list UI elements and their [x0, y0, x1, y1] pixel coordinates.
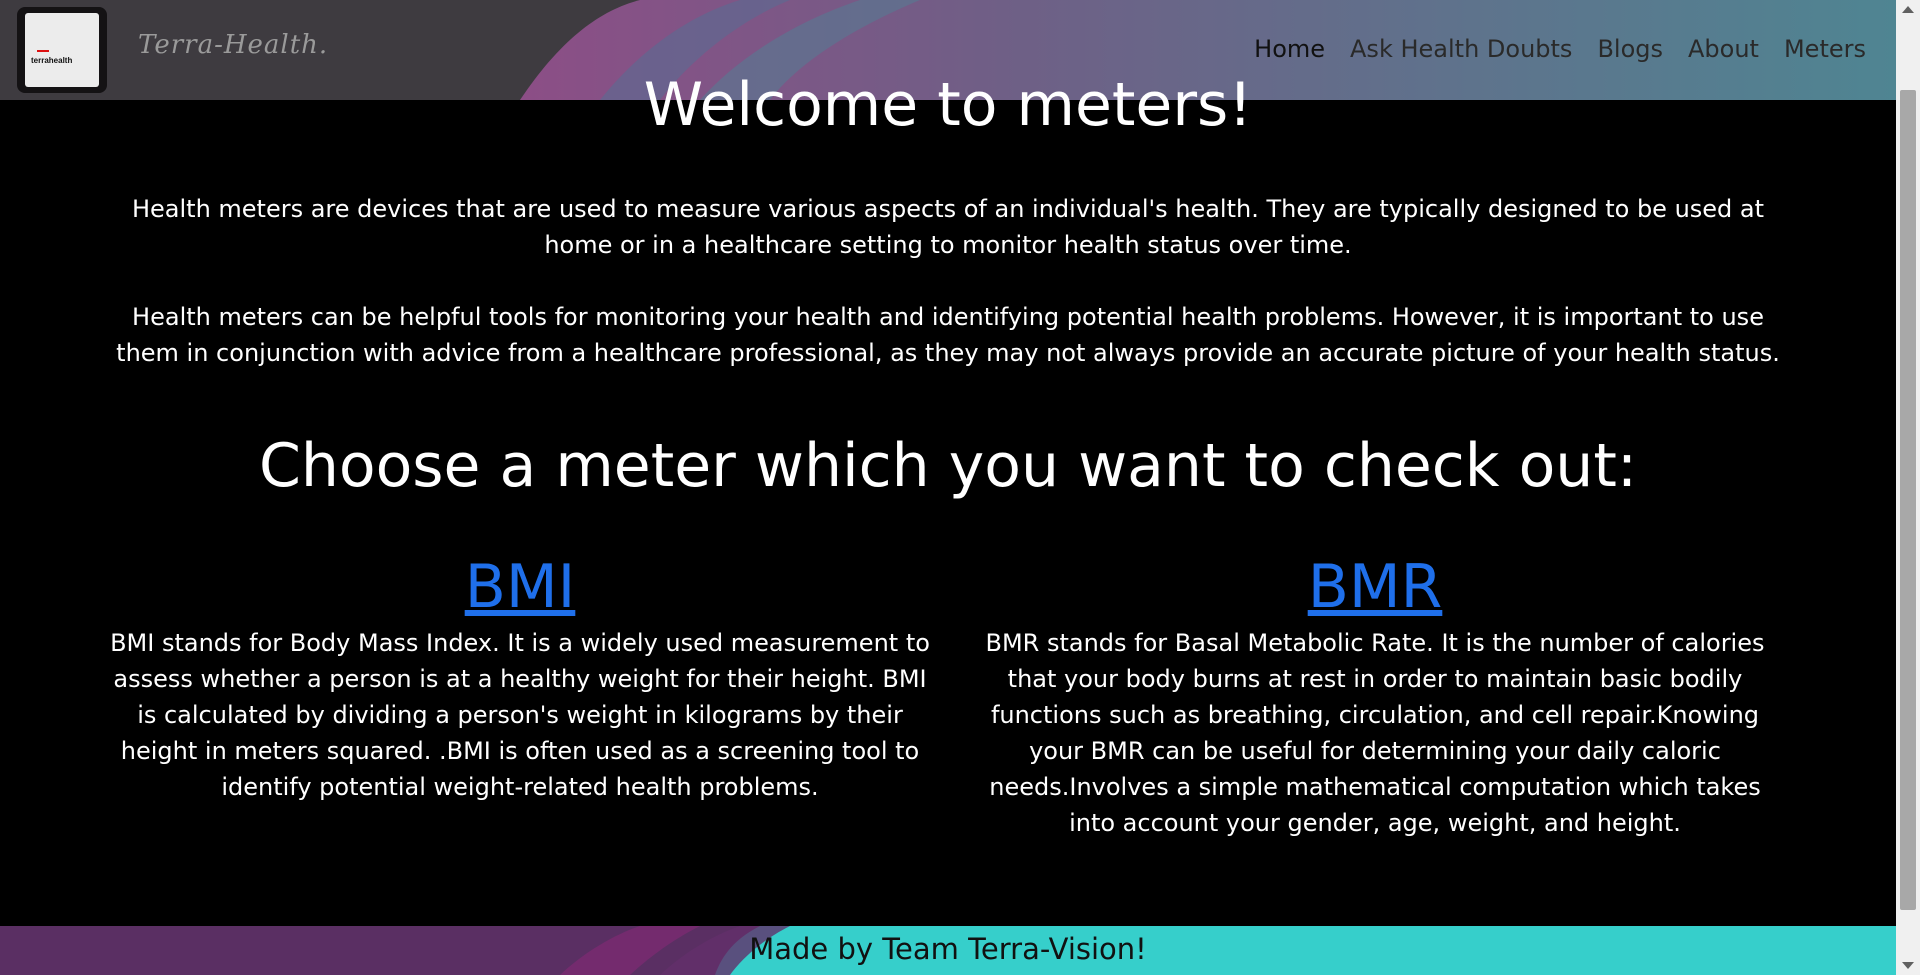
page: terrahealth Terra-Health. Home Ask Healt… [0, 0, 1896, 975]
logo-mark-icon [37, 50, 49, 52]
choose-meter-title: Choose a meter which you want to check o… [258, 431, 1638, 501]
scrollbar-thumb[interactable] [1900, 90, 1916, 910]
nav-link-ask-health-doubts[interactable]: Ask Health Doubts [1350, 35, 1572, 63]
nav-link-home[interactable]: Home [1254, 35, 1325, 63]
vertical-scrollbar[interactable] [1896, 0, 1920, 975]
scroll-up-icon[interactable] [1902, 6, 1914, 13]
footer-credit: Made by Team Terra-Vision! [749, 932, 1147, 966]
intro-paragraph-1: Health meters are devices that are used … [131, 195, 1765, 259]
bmi-description: BMI stands for Body Mass Index. It is a … [110, 629, 930, 801]
bmr-link[interactable]: BMR [1308, 555, 1443, 619]
bmr-card: BMR BMR stands for Basal Metabolic Rate.… [965, 555, 1785, 841]
welcome-title: Welcome to meters! [643, 70, 1253, 140]
bmi-card: BMI BMI stands for Body Mass Index. It i… [110, 555, 930, 805]
scroll-down-icon[interactable] [1902, 962, 1914, 969]
brand-name[interactable]: Terra-Health. [138, 30, 328, 60]
site-footer: Made by Team Terra-Vision! [0, 926, 1896, 975]
intro-paragraph-2: Health meters can be helpful tools for m… [116, 303, 1780, 367]
nav-link-meters[interactable]: Meters [1784, 35, 1866, 63]
nav-link-blogs[interactable]: Blogs [1597, 35, 1663, 63]
main-nav: Home Ask Health Doubts Blogs About Meter… [1254, 35, 1866, 63]
bmr-description: BMR stands for Basal Metabolic Rate. It … [985, 629, 1765, 837]
bmi-link[interactable]: BMI [465, 555, 576, 619]
nav-link-about[interactable]: About [1688, 35, 1759, 63]
